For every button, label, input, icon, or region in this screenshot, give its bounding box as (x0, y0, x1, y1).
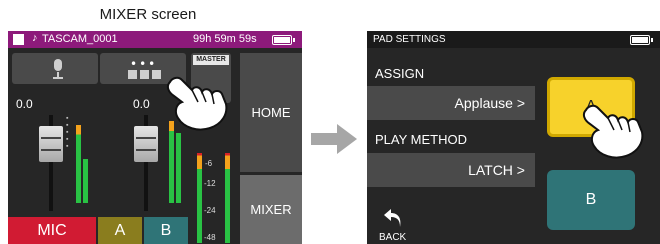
mixer-screen-caption: MIXER screen (99, 6, 197, 23)
remaining-time: 99h 59m 59s (193, 33, 257, 45)
play-method-field[interactable]: LATCH > (367, 153, 535, 187)
tab-a[interactable]: A (98, 217, 142, 244)
status-bar: ♪ TASCAM_0001 99h 59m 59s (8, 31, 302, 48)
back-arrow-icon (384, 209, 401, 227)
master-meter-left (197, 153, 202, 243)
record-status-icon (13, 34, 24, 45)
mic-channel-button[interactable] (12, 53, 98, 84)
page-title: PAD SETTINGS (373, 34, 446, 45)
ch2-level-meter-2 (176, 133, 181, 203)
pad-icon (128, 70, 137, 79)
back-label: BACK (379, 232, 407, 243)
master-meter-right (225, 153, 230, 243)
ch2-fader-knob[interactable] (134, 126, 158, 162)
ch2-value: 0.0 (133, 97, 150, 111)
pad-dots-icon: ••• (130, 57, 158, 71)
battery-icon (272, 35, 295, 45)
pad-b-button[interactable]: B (547, 170, 635, 230)
music-note-icon: ♪ (32, 32, 38, 44)
tab-mic[interactable]: MIC (8, 217, 96, 244)
master-label: MASTER (193, 55, 229, 65)
home-button[interactable]: HOME (240, 53, 302, 172)
microphone-icon (54, 59, 62, 71)
mixer-button[interactable]: MIXER (240, 175, 302, 244)
arrow-right-icon (311, 124, 357, 154)
ch1-level-meter-2 (83, 159, 88, 203)
assign-label: ASSIGN (375, 66, 425, 81)
assign-field[interactable]: Applause > (367, 86, 535, 120)
ch1-fader-knob[interactable] (39, 126, 63, 162)
ch1-value: 0.0 (16, 97, 33, 111)
back-button[interactable]: BACK (379, 203, 411, 243)
tab-b[interactable]: B (144, 217, 188, 244)
ch1-level-meter (76, 125, 81, 203)
hand-pointer-icon (582, 104, 644, 159)
play-method-label: PLAY METHOD (375, 132, 467, 147)
db-scale-label: -48 (204, 233, 216, 242)
status-bar: PAD SETTINGS (367, 31, 660, 48)
mixer-screen: ♪ TASCAM_0001 99h 59m 59s ••• MASTER 0.0… (8, 31, 302, 244)
db-scale-label: -6 (205, 159, 213, 168)
hand-pointer-icon (166, 76, 228, 131)
db-scale-label: -12 (204, 179, 216, 188)
file-name: TASCAM_0001 (42, 33, 118, 45)
battery-icon (630, 35, 653, 45)
db-scale-label: -24 (204, 206, 216, 215)
